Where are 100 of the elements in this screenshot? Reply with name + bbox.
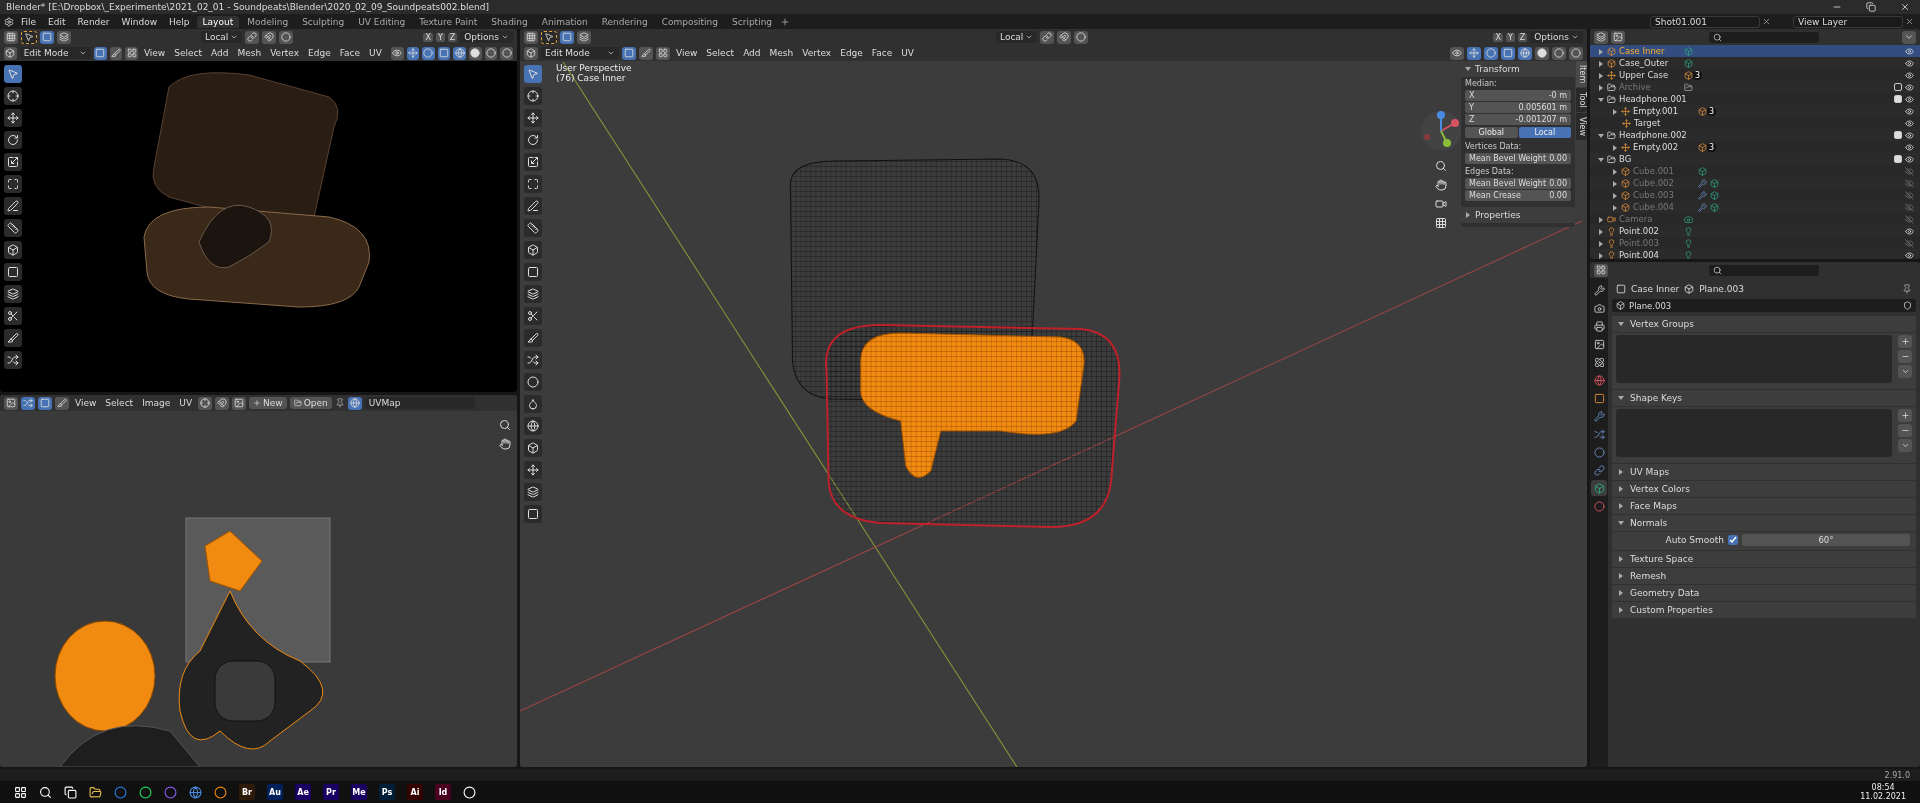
- panel-header[interactable]: Shape Keys: [1612, 390, 1916, 406]
- annotate-pen-icon[interactable]: [524, 197, 542, 215]
- expanded-arrow-icon[interactable]: [1598, 156, 1604, 163]
- checkbox[interactable]: [1894, 95, 1902, 103]
- options-dropdown[interactable]: Options: [460, 31, 513, 43]
- circle-app-icon[interactable]: [214, 785, 227, 799]
- expanded-arrow-icon[interactable]: [1598, 132, 1604, 139]
- coordinate-field[interactable]: Z -0.001207 m: [1465, 114, 1571, 125]
- app-tile[interactable]: Id: [435, 784, 451, 800]
- panel-header[interactable]: Properties: [1461, 207, 1575, 223]
- header-menu[interactable]: Vertex: [267, 48, 303, 58]
- folder-icon[interactable]: [89, 785, 102, 799]
- zoom-icon[interactable]: [499, 419, 511, 431]
- select-box-icon[interactable]: [541, 30, 557, 44]
- remove-icon[interactable]: [1898, 424, 1912, 437]
- chevron-down-icon[interactable]: [1898, 439, 1912, 452]
- eye-icon[interactable]: [1905, 58, 1914, 68]
- collapsed-arrow-icon[interactable]: [1612, 144, 1618, 151]
- eye-icon[interactable]: [1905, 130, 1914, 140]
- outliner-item-name[interactable]: Headphone.002: [1619, 130, 1687, 140]
- expanded-arrow-icon[interactable]: [1618, 520, 1624, 526]
- workspace-tab[interactable]: Layout: [196, 15, 240, 28]
- options-dropdown[interactable]: Options: [1530, 31, 1583, 43]
- rendered-shading-icon[interactable]: [1569, 46, 1583, 60]
- sidebar-tab[interactable]: Tool: [1576, 88, 1587, 112]
- mirror-axis-toggle[interactable]: Y: [1505, 32, 1515, 42]
- outliner-row[interactable]: Empty.002 3: [1590, 141, 1920, 153]
- collapsed-arrow-icon[interactable]: [1618, 590, 1624, 596]
- outliner-row[interactable]: Case Inner: [1590, 45, 1920, 57]
- inset-square-icon[interactable]: [524, 263, 542, 281]
- start-icon[interactable]: [14, 785, 27, 799]
- bevel-layers-icon[interactable]: [4, 285, 22, 303]
- outliner-item-name[interactable]: Point.002: [1619, 226, 1681, 236]
- workspace-tab[interactable]: Scripting: [726, 15, 779, 28]
- new-image-button[interactable]: New: [249, 397, 287, 409]
- editor-type-icon[interactable]: [4, 46, 17, 60]
- visibility-eye-icon[interactable]: [1450, 46, 1464, 60]
- bevel-layers-icon[interactable]: [524, 285, 542, 303]
- snap-magnet-icon[interactable]: [262, 30, 277, 44]
- panel-header[interactable]: Normals: [1612, 515, 1916, 531]
- editor-type-icon[interactable]: [4, 396, 18, 410]
- pin-icon[interactable]: [334, 398, 345, 408]
- outliner-row[interactable]: Headphone.001: [1590, 93, 1920, 105]
- search-icon[interactable]: [39, 785, 52, 799]
- header-menu[interactable]: Select: [102, 398, 137, 408]
- outliner-row[interactable]: Target: [1590, 117, 1920, 129]
- grid-icon[interactable]: [1435, 217, 1447, 229]
- close-icon[interactable]: [1905, 17, 1914, 26]
- outliner-row[interactable]: Point.002: [1590, 225, 1920, 237]
- smooth-drop-icon[interactable]: [524, 395, 542, 413]
- closed-eye-icon[interactable]: [1905, 190, 1914, 200]
- panel-header[interactable]: Vertex Colors: [1612, 481, 1916, 497]
- workspace-tab[interactable]: Rendering: [595, 15, 654, 28]
- snap-magnet-icon[interactable]: [215, 396, 230, 410]
- ruler-icon[interactable]: [4, 219, 22, 237]
- closed-eye-icon[interactable]: [1905, 178, 1914, 188]
- outliner-item-name[interactable]: Empty.002: [1633, 142, 1695, 152]
- ruler-icon[interactable]: [524, 219, 542, 237]
- header-menu[interactable]: Add: [740, 48, 764, 58]
- workspace-tab[interactable]: Texture Paint: [413, 15, 484, 28]
- space-toggle[interactable]: Local: [1518, 127, 1571, 138]
- snap-magnet-icon[interactable]: [1057, 30, 1072, 44]
- app-tile[interactable]: Ae: [295, 784, 311, 800]
- menu-item[interactable]: Render: [72, 16, 115, 27]
- select-mode-icon[interactable]: [560, 30, 574, 44]
- material-shading-icon[interactable]: [1552, 46, 1566, 60]
- globe-icon[interactable]: [189, 785, 202, 799]
- editor-type-icon[interactable]: [524, 30, 538, 44]
- datablock-field[interactable]: Plane.003: [1612, 299, 1916, 312]
- collapsed-arrow-icon[interactable]: [1618, 607, 1624, 613]
- add-icon[interactable]: [1898, 409, 1912, 422]
- header-menu[interactable]: View: [673, 48, 701, 58]
- editor-type-icon[interactable]: [1594, 263, 1608, 277]
- rotate-icon[interactable]: [4, 131, 22, 149]
- mirror-axis-toggle[interactable]: Z: [1517, 32, 1528, 42]
- coordinate-field[interactable]: X -0 m: [1465, 90, 1571, 101]
- workspace-tab[interactable]: Shading: [485, 15, 534, 28]
- orientation-dropdown[interactable]: Local: [201, 31, 243, 43]
- extrude-cube-icon[interactable]: [524, 241, 542, 259]
- add-icon[interactable]: [1898, 335, 1912, 348]
- app-tile[interactable]: Me: [351, 784, 367, 800]
- value-field[interactable]: Mean Bevel Weight 0.00: [1465, 153, 1571, 164]
- menu-item[interactable]: Help: [164, 16, 195, 27]
- header-menu[interactable]: Image: [139, 398, 174, 408]
- outliner-item-name[interactable]: Headphone.001: [1619, 94, 1687, 104]
- header-menu[interactable]: Select: [703, 48, 738, 58]
- navigation-gizmo-icon[interactable]: [1419, 109, 1463, 153]
- vertex-select-icon[interactable]: [622, 46, 636, 60]
- overlay-icon[interactable]: [1484, 46, 1498, 60]
- select-cursor-icon[interactable]: [524, 65, 542, 83]
- rotate-icon[interactable]: [524, 131, 542, 149]
- eye-icon[interactable]: [1905, 106, 1914, 116]
- header-menu[interactable]: Edge: [305, 48, 334, 58]
- clock[interactable]: 08:54 11.02.2021: [1860, 783, 1906, 801]
- bevel-face-icon[interactable]: [524, 505, 542, 523]
- image-icon[interactable]: [232, 396, 247, 410]
- vertex-select-icon[interactable]: [38, 396, 52, 410]
- workspace-tab[interactable]: Compositing: [655, 15, 725, 28]
- inset-square-icon[interactable]: [4, 263, 22, 281]
- header-menu[interactable]: Select: [171, 48, 205, 58]
